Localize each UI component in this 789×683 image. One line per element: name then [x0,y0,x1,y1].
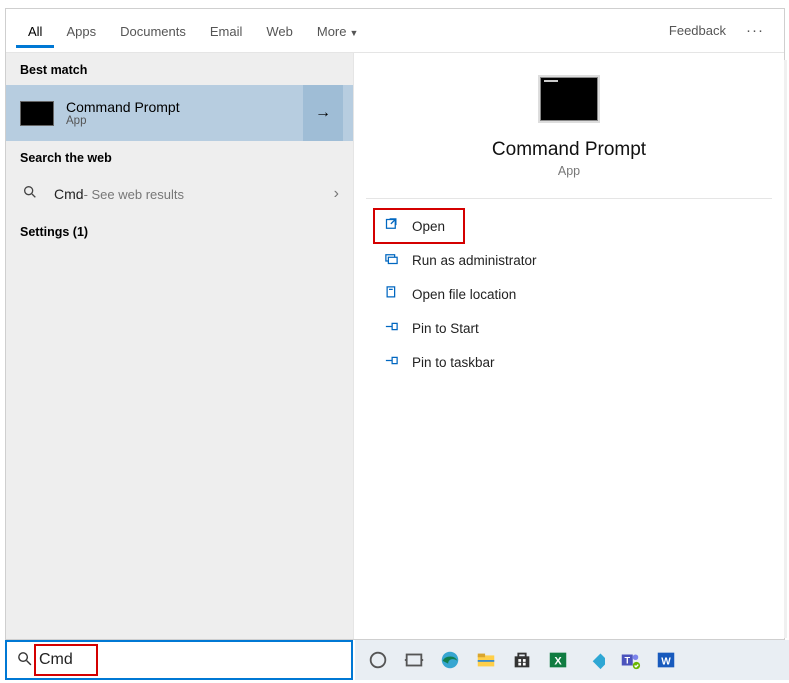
action-label: Pin to taskbar [412,355,495,370]
cortana-icon[interactable] [363,645,393,675]
chevron-down-icon: ▼ [349,28,358,38]
web-result[interactable]: Cmd - See web results › [6,173,353,215]
chevron-right-icon: › [334,185,339,203]
cmd-preview-icon [540,77,598,121]
action-label: Open [412,219,445,234]
excel-icon[interactable]: X [543,645,573,675]
open-icon [380,217,402,235]
best-match-title: Command Prompt [66,99,303,115]
scrollbar-track[interactable] [784,60,787,638]
search-web-heading: Search the web [6,141,353,173]
best-match-heading: Best match [6,53,353,85]
search-icon [20,184,40,205]
cmd-icon [20,101,54,126]
preview-subtitle: App [558,164,580,178]
shield-icon [380,251,402,269]
search-window: All Apps Documents Email Web More▼ Feedb… [5,8,785,640]
edge-icon[interactable] [435,645,465,675]
action-pin-start[interactable]: Pin to Start [374,311,772,345]
word-icon[interactable]: W [651,645,681,675]
best-match-result[interactable]: Command Prompt App → [6,85,353,141]
action-open[interactable]: Open [374,209,464,243]
teams-icon[interactable]: T [615,645,645,675]
arrow-right-icon: → [315,104,331,122]
svg-text:X: X [554,656,562,668]
settings-heading: Settings (1) [6,215,353,247]
results-pane: Best match Command Prompt App → Search t… [6,53,354,639]
task-view-icon[interactable] [399,645,429,675]
tab-bar: All Apps Documents Email Web More▼ Feedb… [6,9,784,53]
feedback-link[interactable]: Feedback [659,23,736,38]
search-icon [13,650,35,671]
tab-apps[interactable]: Apps [54,14,108,48]
search-bar[interactable] [5,640,353,680]
best-match-subtitle: App [66,115,303,127]
action-run-admin[interactable]: Run as administrator [374,243,772,277]
tab-all[interactable]: All [16,14,54,48]
folder-icon [380,285,402,303]
tab-web[interactable]: Web [254,14,305,48]
action-label: Open file location [412,287,516,302]
pin-icon [380,319,402,337]
action-label: Pin to Start [412,321,479,336]
preview-title: Command Prompt [492,139,646,161]
action-open-location[interactable]: Open file location [374,277,772,311]
web-hint-text: - See web results [84,187,184,202]
search-input[interactable] [35,651,345,669]
detail-pane: Command Prompt App Open Run as administr… [354,53,784,639]
tab-more[interactable]: More▼ [305,14,371,48]
more-options-button[interactable]: ··· [736,22,774,39]
action-pin-taskbar[interactable]: Pin to taskbar [374,345,772,379]
taskbar: X T W [355,640,789,680]
web-query-text: Cmd [54,186,84,202]
expand-arrow-button[interactable]: → [303,85,343,141]
kodi-icon[interactable] [579,645,609,675]
microsoft-store-icon[interactable] [507,645,537,675]
action-label: Run as administrator [412,253,537,268]
svg-text:W: W [661,657,671,668]
tab-email[interactable]: Email [198,14,255,48]
svg-text:T: T [624,656,630,666]
pin-icon [380,353,402,371]
actions-list: Open Run as administrator Open file loca… [366,199,772,379]
file-explorer-icon[interactable] [471,645,501,675]
tab-documents[interactable]: Documents [108,14,198,48]
